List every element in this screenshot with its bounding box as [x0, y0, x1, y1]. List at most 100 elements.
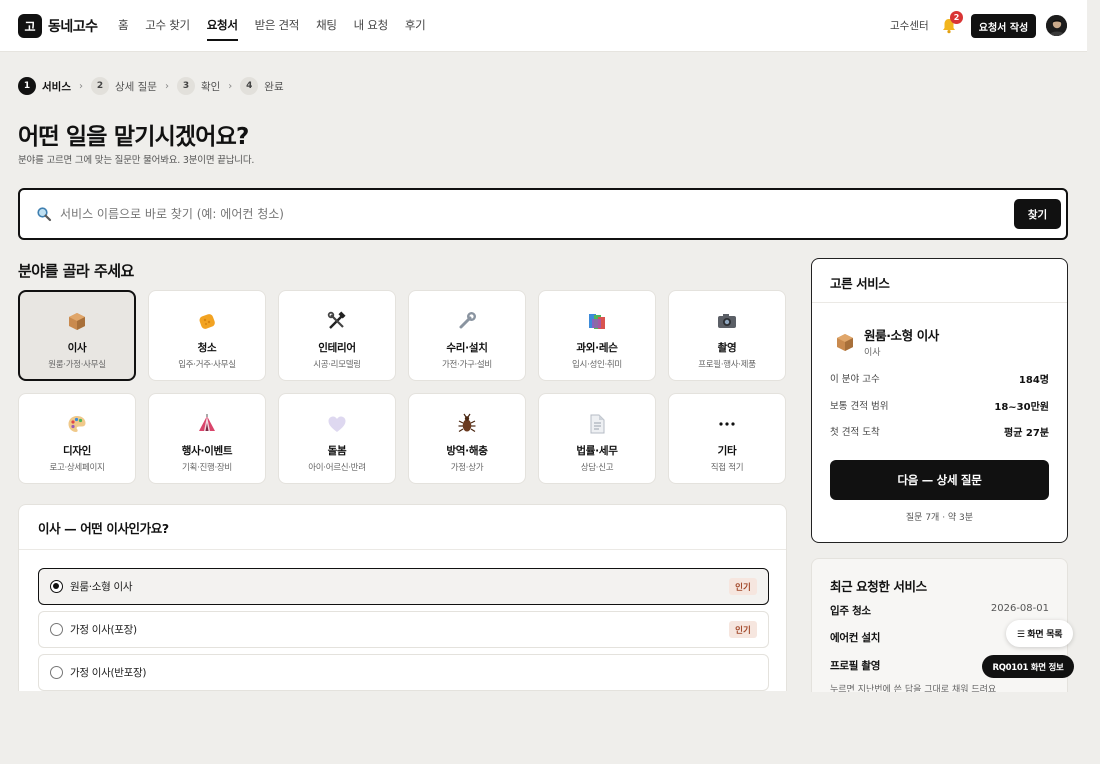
- stat-label: 첫 견적 도착: [830, 427, 880, 438]
- write-request-button[interactable]: 요청서 작성: [971, 14, 1036, 38]
- screen-info-button[interactable]: RQ0101 화면 정보: [982, 655, 1074, 678]
- gosu-center-link[interactable]: 고수센터: [890, 18, 929, 33]
- category-name: 이사: [67, 342, 87, 354]
- nav-home[interactable]: 홈: [118, 17, 129, 41]
- stat-value: 184명: [1018, 375, 1049, 386]
- category-repair[interactable]: 수리·설치 가전·가구·설비: [408, 290, 526, 381]
- logo-mark[interactable]: 고: [18, 14, 42, 38]
- category-name: 기타: [717, 445, 737, 457]
- category-name: 청소: [197, 342, 217, 354]
- category-desc: 원룸·가정·사무실: [48, 360, 106, 370]
- category-name: 수리·설치: [446, 342, 488, 354]
- radio-icon[interactable]: [50, 666, 63, 679]
- screen-list-button[interactable]: ☰ 화면 목록: [1006, 620, 1073, 647]
- category-pest-control[interactable]: 방역·해충 가정·상가: [408, 393, 526, 484]
- category-desc: 기획·진행·장비: [182, 463, 232, 473]
- recent-item-name[interactable]: 입주 청소: [830, 603, 871, 618]
- box-icon: [66, 310, 88, 332]
- step-4-number: 4: [240, 77, 259, 95]
- palette-icon: [66, 413, 88, 435]
- books-icon: [586, 310, 608, 332]
- nav-received-quotes[interactable]: 받은 견적: [255, 17, 300, 41]
- selected-service-card: 고른 서비스 원룸·소형 이사 이사 이 분야 고수 184명 보통 견적 범위…: [811, 258, 1068, 543]
- category-desc: 프로필·행사·제품: [698, 360, 756, 370]
- recent-item-date: 2026-08-01: [990, 603, 1049, 614]
- recent-item-name[interactable]: 에어컨 설치: [830, 630, 880, 645]
- recent-heading: 최근 요청한 서비스: [830, 579, 927, 594]
- stat-label: 보통 견적 범위: [830, 401, 889, 412]
- tools-icon: [326, 310, 348, 332]
- category-lessons[interactable]: 과외·레슨 입시·성인·취미: [538, 290, 656, 381]
- step-separator: ›: [228, 80, 233, 92]
- category-name: 법률·세무: [576, 445, 618, 457]
- page-subtitle: 분야를 고르면 그에 맞는 질문만 물어봐요. 3분이면 끝납니다.: [18, 155, 255, 166]
- stat-value: 18~30만원: [994, 402, 1049, 413]
- top-header: 고 동네고수 홈 고수 찾기 요청서 받은 견적 채팅 내 요청 후기 고수센터…: [0, 0, 1087, 52]
- category-desc: 가전·가구·설비: [442, 360, 492, 370]
- nav-reviews[interactable]: 후기: [405, 17, 426, 41]
- step-1-label: 서비스: [42, 80, 71, 93]
- popular-badge: 인기: [729, 621, 757, 638]
- next-step-button[interactable]: 다음 — 상세 질문: [830, 460, 1049, 500]
- recent-item-name[interactable]: 프로필 촬영: [830, 658, 880, 673]
- category-photography[interactable]: 촬영 프로필·행사·제품: [668, 290, 786, 381]
- step-2-label: 상세 질문: [114, 80, 157, 93]
- popular-badge: 인기: [729, 578, 757, 595]
- search-input[interactable]: [60, 203, 960, 225]
- option-label: 원룸·소형 이사: [70, 581, 133, 593]
- recent-note: 누르면 지난번에 쓴 답을 그대로 채워 드려요: [830, 685, 997, 692]
- logo-text[interactable]: 동네고수: [48, 16, 98, 36]
- subtype-option-home-half[interactable]: 가정 이사(반포장): [38, 654, 769, 691]
- category-grid: 이사 원룸·가정·사무실 청소 입주·거주·사무실 인테리어 시공·리모델링 수…: [18, 290, 787, 484]
- category-name: 디자인: [62, 445, 92, 457]
- nav-chat[interactable]: 채팅: [316, 17, 337, 41]
- more-icon: [716, 413, 738, 435]
- service-search: 찾기: [18, 188, 1068, 240]
- subtype-option-home-full[interactable]: 가정 이사(포장) 인기: [38, 611, 769, 648]
- category-care[interactable]: 돌봄 아이·어르신·반려: [278, 393, 396, 484]
- heart-icon: [326, 413, 348, 435]
- main-nav: 홈 고수 찾기 요청서 받은 견적 채팅 내 요청 후기: [118, 17, 442, 41]
- nav-my-requests[interactable]: 내 요청: [354, 17, 389, 41]
- nav-request[interactable]: 요청서: [206, 17, 238, 41]
- category-desc: 아이·어르신·반려: [308, 463, 366, 473]
- notification-badge: 2: [950, 11, 963, 24]
- step-3-number: 3: [176, 77, 195, 95]
- step-separator: ›: [164, 80, 169, 92]
- category-design[interactable]: 디자인 로고·상세페이지: [18, 393, 136, 484]
- category-name: 돌봄: [327, 445, 347, 457]
- category-moving[interactable]: 이사 원룸·가정·사무실: [18, 290, 136, 381]
- step-3-label: 확인: [200, 80, 221, 93]
- page-title: 어떤 일을 맡기시겠어요?: [18, 124, 249, 150]
- subtype-panel: 이사 — 어떤 이사인가요? 원룸·소형 이사 인기 가정 이사(포장) 인기 …: [18, 504, 787, 691]
- step-separator: ›: [78, 80, 83, 92]
- divider: [812, 302, 1067, 303]
- category-other[interactable]: 기타 직접 적기: [668, 393, 786, 484]
- category-name: 행사·이벤트: [181, 445, 233, 457]
- divider: [19, 549, 786, 550]
- radio-icon[interactable]: [50, 623, 63, 636]
- category-events[interactable]: 행사·이벤트 기획·진행·장비: [148, 393, 266, 484]
- nav-find-gosu[interactable]: 고수 찾기: [145, 17, 190, 41]
- wrench-icon: [456, 310, 478, 332]
- document-icon: [586, 413, 608, 435]
- bug-icon: [456, 413, 478, 435]
- category-cleaning[interactable]: 청소 입주·거주·사무실: [148, 290, 266, 381]
- subtype-title: 이사 — 어떤 이사인가요?: [38, 521, 169, 536]
- category-interior[interactable]: 인테리어 시공·리모델링: [278, 290, 396, 381]
- search-button[interactable]: 찾기: [1014, 199, 1061, 229]
- category-name: 과외·레슨: [576, 342, 618, 354]
- category-desc: 직접 적기: [710, 463, 744, 473]
- category-legal-tax[interactable]: 법률·세무 상담·신고: [538, 393, 656, 484]
- stat-value: 평균 27분: [1004, 428, 1049, 439]
- radio-checked-icon[interactable]: [50, 580, 63, 593]
- search-icon: [36, 206, 52, 222]
- categories-title: 분야를 골라 주세요: [18, 262, 134, 280]
- subtype-option-studio[interactable]: 원룸·소형 이사 인기: [38, 568, 769, 605]
- category-desc: 상담·신고: [580, 463, 614, 473]
- box-icon: [834, 331, 856, 353]
- category-desc: 입시·성인·취미: [572, 360, 622, 370]
- avatar[interactable]: [1046, 15, 1067, 36]
- category-desc: 시공·리모델링: [313, 360, 361, 370]
- option-label: 가정 이사(반포장): [70, 667, 147, 679]
